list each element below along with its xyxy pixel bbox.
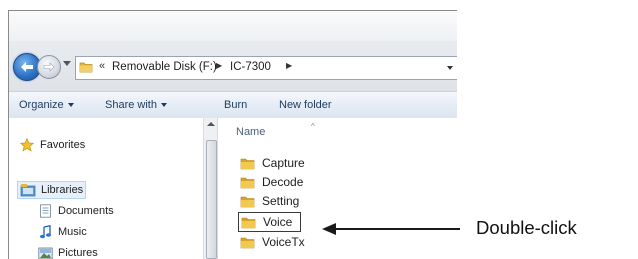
column-header-name[interactable]: Name	[236, 126, 265, 138]
folder-item-label: Decode	[262, 175, 304, 189]
back-arrow-icon	[21, 62, 33, 72]
chevron-down-icon	[67, 103, 74, 108]
share-with-button[interactable]: Share with	[105, 99, 167, 111]
explorer-window: « Removable Disk (F:) ▶ IC-7300 ▶ Organi…	[8, 10, 457, 259]
new-folder-button[interactable]: New folder	[279, 99, 332, 111]
callout-label: Double-click	[476, 217, 577, 238]
folder-item-decode[interactable]: Decode	[240, 173, 303, 191]
folder-item-label: Capture	[262, 156, 305, 170]
forward-button[interactable]	[37, 55, 61, 79]
navigation-pane: Favorites Libraries Documents Music Pict…	[9, 118, 217, 259]
folder-icon	[240, 175, 256, 189]
title-bar: « Removable Disk (F:) ▶ IC-7300 ▶	[9, 11, 457, 91]
scrollbar-thumb[interactable]	[206, 140, 217, 259]
folder-icon	[79, 60, 93, 77]
burn-button[interactable]: Burn	[224, 99, 247, 111]
folder-icon	[240, 156, 256, 170]
nav-documents[interactable]: Documents	[37, 204, 114, 218]
folder-item-voice[interactable]: Voice	[238, 212, 302, 232]
chevron-down-icon	[160, 103, 167, 108]
nav-music[interactable]: Music	[37, 225, 87, 239]
forward-arrow-icon	[43, 62, 55, 72]
nav-music-label: Music	[58, 226, 87, 238]
nav-pictures[interactable]: Pictures	[37, 246, 98, 259]
nav-pictures-label: Pictures	[58, 247, 98, 259]
organize-button[interactable]: Organize	[19, 99, 74, 111]
star-icon	[19, 138, 35, 152]
folder-icon	[240, 235, 256, 249]
scroll-up-arrow-icon[interactable]	[207, 122, 215, 126]
address-bar[interactable]: « Removable Disk (F:) ▶ IC-7300 ▶	[75, 56, 457, 80]
nav-libraries[interactable]: Libraries	[17, 181, 87, 199]
title-bar-top	[9, 11, 457, 41]
music-note-icon	[37, 225, 53, 239]
address-dropdown-icon[interactable]	[447, 66, 453, 70]
breadcrumb-ic-7300[interactable]: IC-7300	[230, 61, 271, 73]
documents-icon	[37, 204, 53, 218]
pictures-icon	[37, 246, 53, 259]
organize-label: Organize	[19, 99, 64, 111]
recent-pages-dropdown[interactable]	[63, 61, 71, 66]
nav-documents-label: Documents	[58, 205, 114, 217]
share-with-label: Share with	[105, 99, 157, 111]
folder-item-label: VoiceTx	[262, 235, 305, 249]
navigation-pane-scrollbar[interactable]	[203, 118, 218, 259]
folder-item-setting[interactable]: Setting	[240, 192, 299, 210]
folder-item-label: Setting	[262, 194, 300, 208]
folder-item-voicetx[interactable]: VoiceTx	[240, 233, 305, 251]
breadcrumb-separator-icon[interactable]: ▶	[216, 61, 222, 70]
folder-icon	[241, 215, 257, 229]
nav-favorites-label: Favorites	[40, 139, 86, 151]
breadcrumb-separator-icon[interactable]: ▶	[286, 61, 292, 70]
command-bar: Organize Share with Burn New folder	[9, 91, 457, 119]
file-list: Name ^ Capture Decode Setting Voice Voic…	[218, 118, 457, 259]
folder-icon	[240, 194, 256, 208]
library-icon	[20, 183, 36, 197]
sort-ascending-icon: ^	[311, 122, 315, 131]
callout-arrow-line	[330, 228, 460, 230]
nav-favorites[interactable]: Favorites	[19, 138, 85, 152]
nav-libraries-label: Libraries	[41, 184, 84, 196]
address-overflow-chevron[interactable]: «	[99, 60, 105, 72]
breadcrumb-removable-disk[interactable]: Removable Disk (F:)	[112, 61, 217, 73]
folder-item-capture[interactable]: Capture	[240, 154, 305, 172]
folder-item-label: Voice	[263, 215, 293, 229]
